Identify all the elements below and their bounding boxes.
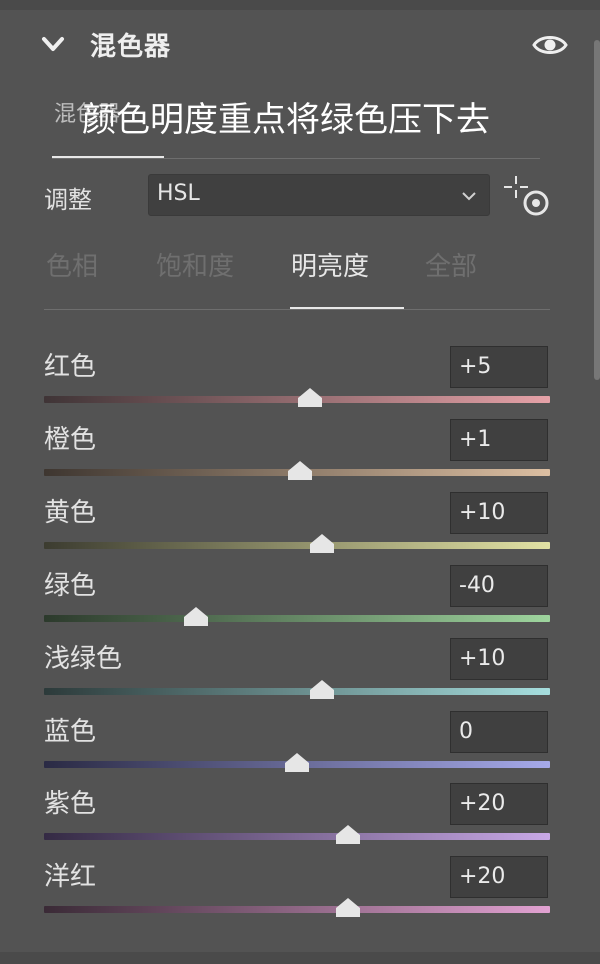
slider-row-red: 红色 +5: [0, 346, 600, 418]
tab-divider: [44, 309, 550, 310]
slider-label-green: 绿色: [44, 570, 97, 601]
panel-header[interactable]: 混色器: [40, 24, 171, 64]
slider-label-purple: 紫色: [44, 789, 97, 820]
slider-row-green: 绿色 -40: [0, 564, 600, 637]
panel-top-border: [0, 0, 600, 10]
slider-thumb-aqua[interactable]: [310, 679, 335, 699]
slider-label-yellow: 黄色: [44, 497, 97, 528]
tab-all[interactable]: 全部: [425, 246, 477, 283]
slider-thumb-green[interactable]: [183, 606, 208, 626]
slider-row-blue: 蓝色 0: [0, 710, 600, 783]
slider-track-magenta[interactable]: [44, 906, 550, 914]
subtab-divider: [52, 158, 540, 159]
slider-track-yellow[interactable]: [44, 541, 550, 549]
slider-label-blue: 蓝色: [44, 716, 97, 747]
slider-value-input-red[interactable]: +5: [450, 346, 548, 388]
slider-row-aqua: 浅绿色 +10: [0, 637, 600, 710]
slider-value-input-orange[interactable]: +1: [450, 418, 548, 461]
slider-row-yellow: 黄色 +10: [0, 491, 600, 564]
eye-icon[interactable]: [532, 30, 568, 60]
chevron-down-icon: [462, 192, 476, 201]
slider-value-input-green[interactable]: -40: [450, 564, 548, 607]
panel-title: 混色器: [90, 31, 172, 62]
slider-value-input-purple[interactable]: +20: [450, 783, 548, 826]
slider-thumb-purple[interactable]: [335, 825, 360, 845]
color-mixer-panel: 混色器 混色器 颜色明度重点将绿色压下去 调整 HSL 色相 饱和度 明亮度 全…: [0, 0, 600, 964]
slider-value-input-blue[interactable]: 0: [450, 710, 548, 753]
chevron-down-icon[interactable]: [40, 31, 66, 57]
slider-thumb-magenta[interactable]: [335, 898, 360, 918]
slider-thumb-blue[interactable]: [285, 752, 309, 772]
slider-track-purple[interactable]: [44, 833, 550, 841]
panel-scrollbar[interactable]: [594, 40, 600, 380]
slider-thumb-orange[interactable]: [287, 460, 312, 480]
panel-bottom-border: [0, 952, 600, 964]
slider-thumb-yellow[interactable]: [310, 533, 335, 553]
slider-value-input-yellow[interactable]: +10: [450, 491, 548, 534]
adjust-mode-value: HSL: [157, 181, 200, 206]
slider-label-aqua: 浅绿色: [44, 643, 123, 674]
slider-thumb-red[interactable]: [297, 388, 322, 407]
slider-row-magenta: 洋红 +20: [0, 856, 600, 928]
adjust-mode-select[interactable]: HSL: [148, 174, 490, 216]
adjust-label: 调整: [44, 186, 92, 214]
overlay-annotation: 颜色明度重点将绿色压下去: [82, 100, 490, 140]
slider-track-aqua[interactable]: [44, 687, 550, 695]
slider-label-magenta: 洋红: [44, 862, 97, 893]
slider-label-red: 红色: [44, 352, 97, 382]
slider-value-input-magenta[interactable]: +20: [450, 856, 548, 899]
tab-luminance[interactable]: 明亮度: [291, 246, 369, 283]
tab-hue[interactable]: 色相: [46, 246, 98, 283]
slider-value-input-aqua[interactable]: +10: [450, 637, 548, 680]
slider-row-orange: 橙色 +1: [0, 418, 600, 491]
slider-row-purple: 紫色 +20: [0, 783, 600, 855]
targeted-adjustment-icon[interactable]: [500, 174, 556, 222]
tab-saturation[interactable]: 饱和度: [156, 246, 234, 283]
slider-track-green[interactable]: [44, 614, 550, 622]
slider-label-orange: 橙色: [44, 424, 97, 455]
